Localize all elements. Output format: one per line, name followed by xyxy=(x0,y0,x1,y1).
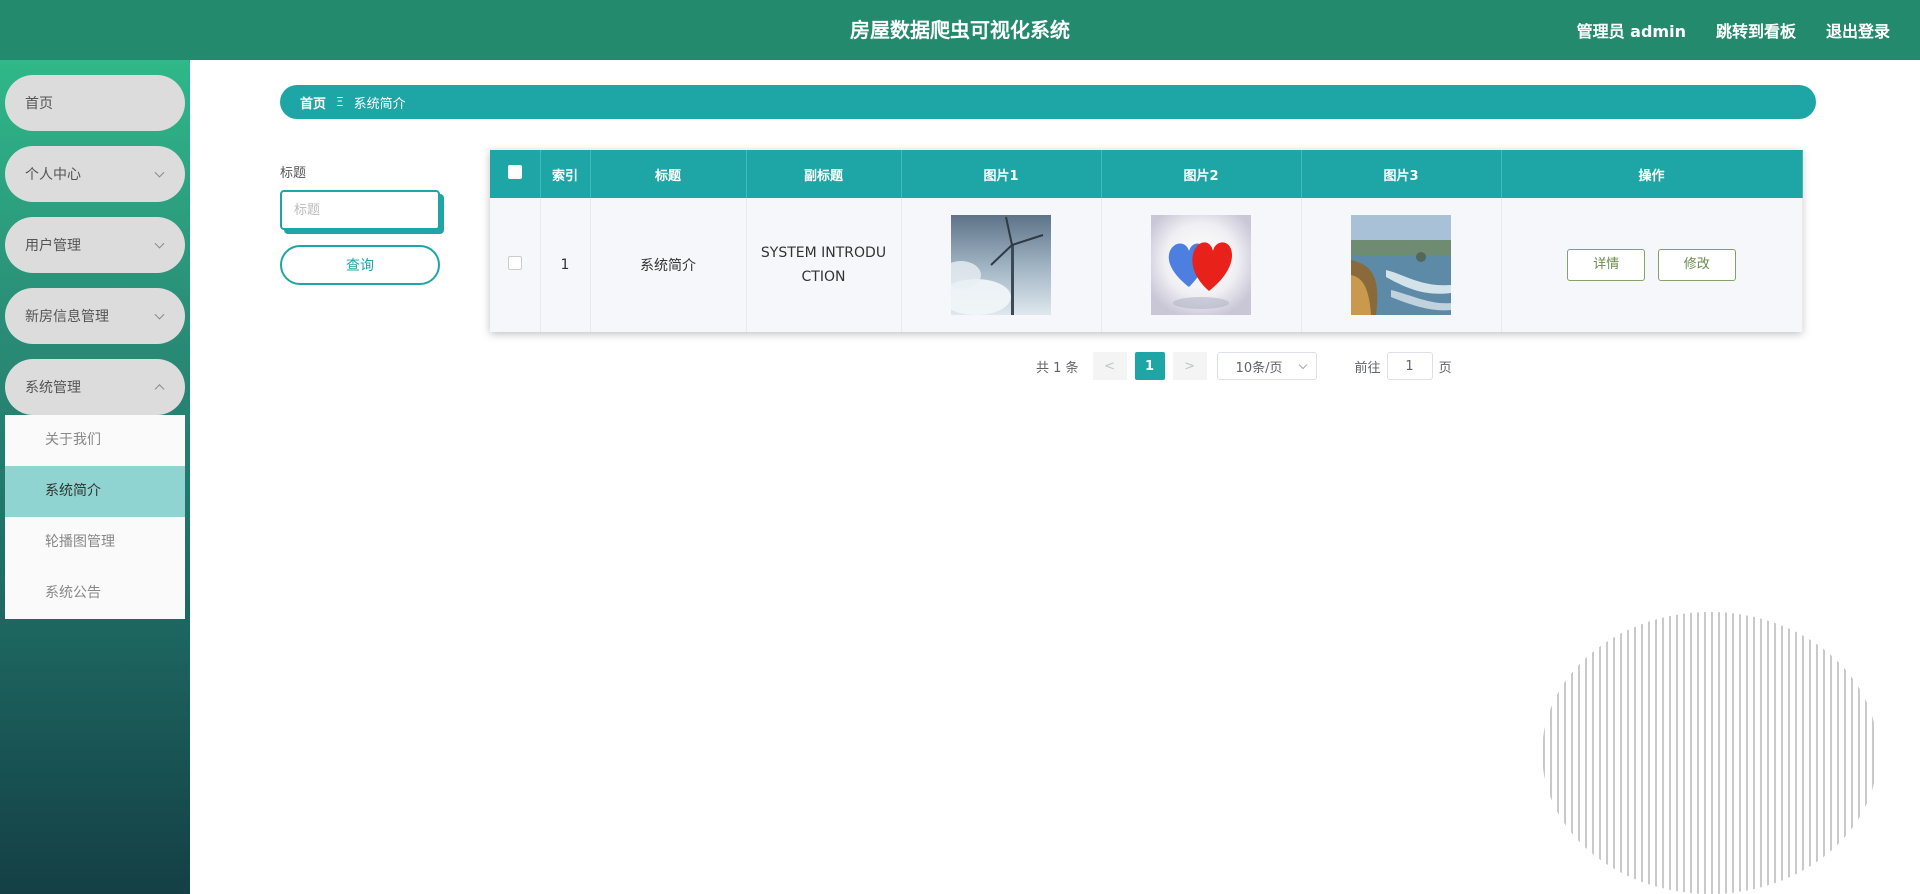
column-header: 标题 xyxy=(590,150,747,198)
cell-subtitle: SYSTEM INTRODUCTION xyxy=(746,198,902,332)
next-page-button[interactable]: > xyxy=(1172,352,1207,380)
submenu-item-notice[interactable]: 系统公告 xyxy=(5,568,185,619)
table-header-row: 索引 标题 副标题 图片1 图片2 图片3 操作 xyxy=(490,150,1803,198)
prev-page-button[interactable]: < xyxy=(1092,352,1127,380)
cell-title: 系统简介 xyxy=(590,198,747,332)
query-button[interactable]: 查询 xyxy=(280,245,440,285)
page-size-value: 10条/页 xyxy=(1235,360,1283,376)
submenu-item-about[interactable]: 关于我们 xyxy=(5,415,185,466)
pagination-total: 共 1 条 xyxy=(1036,360,1079,376)
cell-actions: 详情 修改 xyxy=(1501,198,1803,332)
checkbox-icon[interactable] xyxy=(507,256,522,270)
coast-image xyxy=(1351,215,1451,315)
table-row: 1 系统简介 SYSTEM INTRODUCTION 详情 修改 xyxy=(490,198,1803,332)
chevron-down-icon xyxy=(154,238,165,249)
search-label: 标题 xyxy=(280,166,307,181)
sidebar-item-label: 首页 xyxy=(25,96,53,112)
edit-button[interactable]: 修改 xyxy=(1657,249,1736,281)
cell-image-2 xyxy=(1101,198,1302,332)
sidebar-item-system-management[interactable]: 系统管理 xyxy=(5,359,185,415)
breadcrumb-home[interactable]: 首页 xyxy=(300,93,326,112)
dashboard-link[interactable]: 跳转到看板 xyxy=(1716,18,1796,42)
hearts-image xyxy=(1151,215,1251,315)
breadcrumb-separator-icon: Ξ xyxy=(336,95,344,109)
submenu-item-carousel[interactable]: 轮播图管理 xyxy=(5,517,185,568)
cell-index: 1 xyxy=(540,198,591,332)
breadcrumb-current: 系统简介 xyxy=(353,96,406,112)
title-search-input[interactable] xyxy=(280,190,440,230)
detail-button[interactable]: 详情 xyxy=(1567,249,1646,281)
column-header: 图片3 xyxy=(1301,150,1502,198)
sidebar-item-label: 用户管理 xyxy=(25,238,81,254)
chevron-up-icon xyxy=(154,384,165,395)
logout-link[interactable]: 退出登录 xyxy=(1826,18,1890,42)
decorative-striped-circle xyxy=(1543,612,1874,894)
page-suffix: 页 xyxy=(1438,360,1452,376)
sidebar-item-home[interactable]: 首页 xyxy=(5,75,185,131)
admin-user[interactable]: 管理员 admin xyxy=(1577,18,1686,42)
column-header: 索引 xyxy=(540,150,591,198)
top-header: 房屋数据爬虫可视化系统 管理员 admin 跳转到看板 退出登录 xyxy=(0,0,1920,60)
sidebar-item-label: 系统管理 xyxy=(25,380,81,396)
sidebar-item-personal-center[interactable]: 个人中心 xyxy=(5,146,185,202)
row-select[interactable] xyxy=(490,198,541,332)
checkbox-icon[interactable] xyxy=(507,165,522,179)
cell-image-1 xyxy=(901,198,1102,332)
column-header: 图片1 xyxy=(901,150,1102,198)
breadcrumb: 首页 Ξ 系统简介 xyxy=(280,85,1816,119)
column-header: 操作 xyxy=(1501,150,1803,198)
page-size-select[interactable]: 10条/页 xyxy=(1216,352,1317,380)
sidebar-item-user-management[interactable]: 用户管理 xyxy=(5,217,185,273)
system-submenu: 关于我们 系统简介 轮播图管理 系统公告 xyxy=(5,415,185,619)
chevron-down-icon xyxy=(1298,360,1307,370)
header-nav: 管理员 admin 跳转到看板 退出登录 xyxy=(1577,0,1890,60)
column-header: 图片2 xyxy=(1101,150,1302,198)
cell-image-3 xyxy=(1301,198,1502,332)
chevron-down-icon xyxy=(154,309,165,320)
goto-page-input[interactable] xyxy=(1386,352,1433,380)
sidebar-item-label: 个人中心 xyxy=(25,167,81,183)
column-header: 副标题 xyxy=(746,150,902,198)
header-select-all[interactable] xyxy=(490,150,541,198)
submenu-item-system-intro[interactable]: 系统简介 xyxy=(5,466,185,517)
pagination: 共 1 条 < 1 > 10条/页 前往 页 xyxy=(1036,352,1452,380)
data-table: 索引 标题 副标题 图片1 图片2 图片3 操作 1 系统简介 SYSTEM I… xyxy=(490,150,1803,332)
chevron-down-icon xyxy=(154,167,165,178)
wind-turbine-image xyxy=(951,215,1051,315)
sidebar-item-new-house-management[interactable]: 新房信息管理 xyxy=(5,288,185,344)
goto-label: 前往 xyxy=(1354,360,1381,376)
sidebar-item-label: 新房信息管理 xyxy=(25,309,109,325)
page-number-button[interactable]: 1 xyxy=(1134,352,1165,380)
